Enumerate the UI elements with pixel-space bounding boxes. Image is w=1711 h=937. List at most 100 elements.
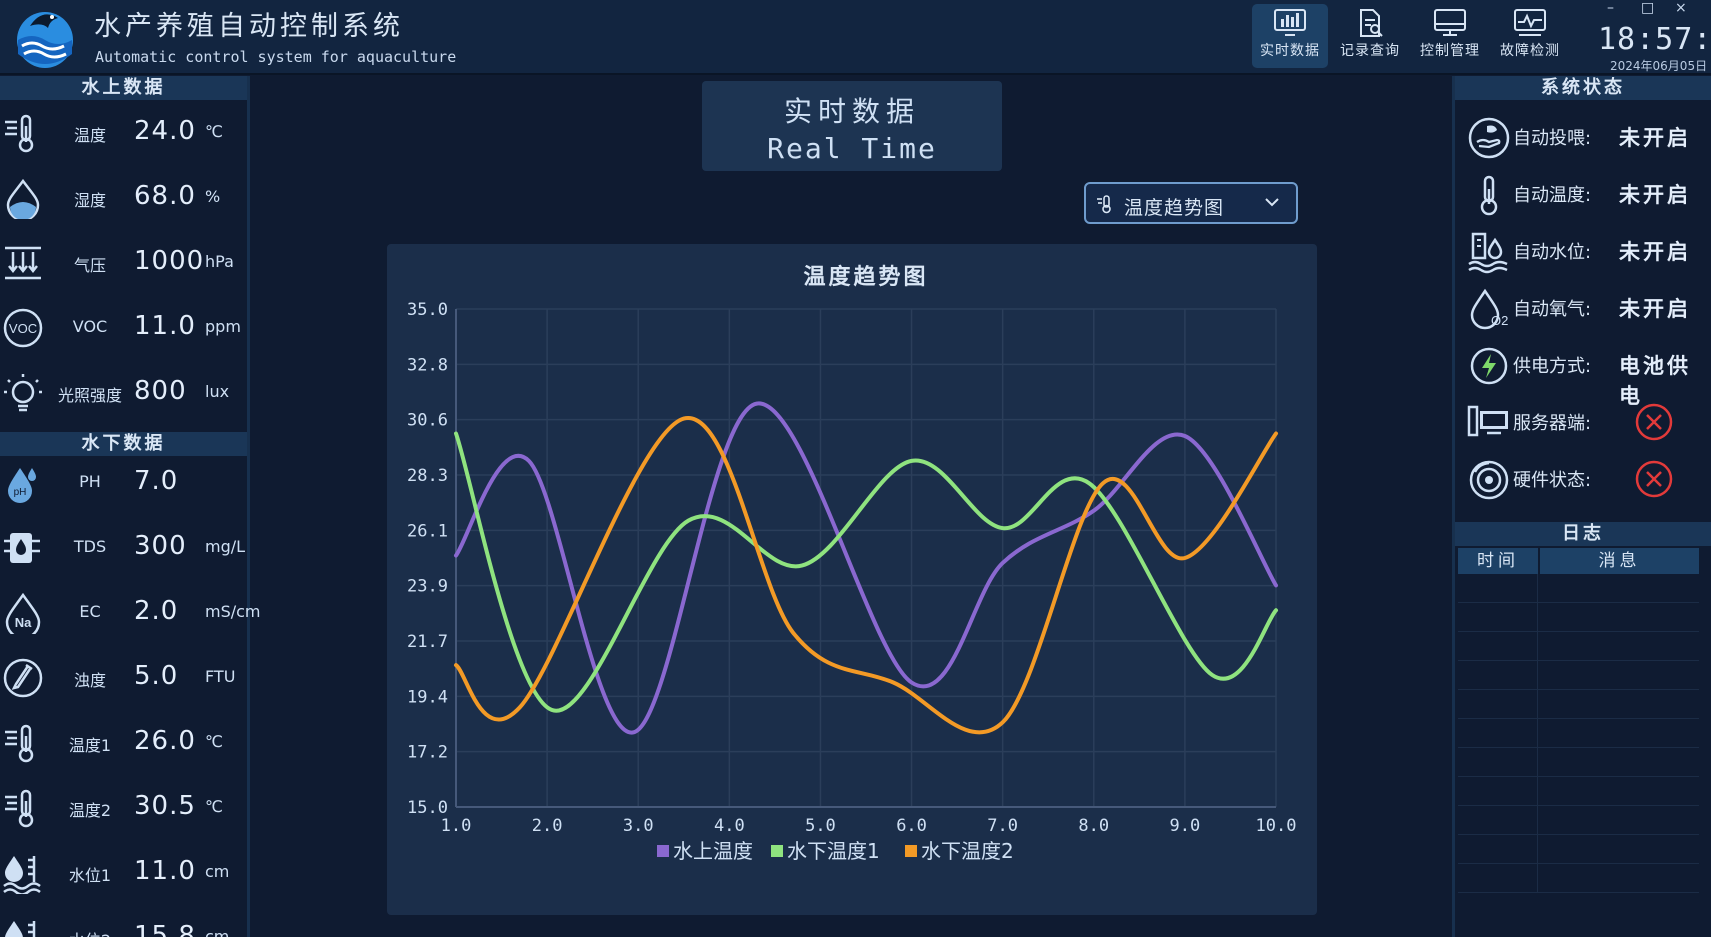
under-water-row: 温度1 26.0 ℃ — [0, 710, 247, 775]
sensor-value: 2.0 — [134, 596, 179, 626]
light-bulb-icon — [4, 374, 42, 412]
water-level-building-icon — [1468, 232, 1508, 274]
sensor-value: 5.0 — [134, 661, 179, 691]
page-title-cn: 实时数据 — [783, 95, 920, 128]
feeding-hand-icon — [1468, 117, 1510, 159]
sensor-name: 温度 — [73, 126, 106, 145]
status-label: 自动水位: — [1513, 242, 1592, 263]
log-header: 日志 — [1455, 522, 1711, 546]
above-water-header: 水上数据 — [0, 76, 247, 100]
ph-drop-icon: pH — [8, 468, 36, 503]
error-x-icon — [1635, 460, 1673, 498]
nav-label: 实时数据 — [1260, 43, 1320, 59]
log-table-header: 时间 消息 — [1458, 548, 1699, 574]
under-water-row: 浊度 5.0 FTU — [0, 645, 247, 710]
status-label: 自动投喂: — [1513, 128, 1592, 149]
maximize-button[interactable]: □ — [1641, 0, 1654, 16]
nav-label: 控制管理 — [1420, 43, 1480, 59]
page-title-en: Real Time — [767, 132, 937, 165]
sensor-value: 7.0 — [134, 466, 179, 496]
chart-select-dropdown[interactable]: 温度趋势图 — [1084, 182, 1298, 224]
above-water-row: VOC VOC 11.0 ppm — [0, 295, 247, 360]
x-tick-label: 8.0 — [1078, 816, 1109, 836]
sensor-name: 气压 — [73, 256, 106, 275]
server-icon — [1467, 405, 1508, 437]
nav-label: 记录查询 — [1340, 43, 1400, 59]
sensor-name: 湿度 — [73, 191, 106, 210]
y-tick-label: 15.0 — [407, 798, 448, 818]
sensor-unit: lux — [205, 382, 230, 401]
sensor-name: PH — [79, 472, 101, 491]
connection-row: 服务器端: — [1455, 393, 1711, 450]
sensor-unit: ℃ — [205, 732, 223, 751]
x-tick-label: 1.0 — [441, 816, 472, 836]
sensor-name: 水位2 — [48, 927, 132, 937]
sensor-value: 30.5 — [134, 791, 196, 821]
water-level-icon — [5, 921, 36, 937]
sensor-unit: hPa — [205, 252, 234, 271]
x-tick-label: 7.0 — [987, 816, 1018, 836]
x-tick-label: 9.0 — [1170, 816, 1201, 836]
sensor-unit: ℃ — [205, 122, 223, 141]
log-row — [1458, 603, 1699, 632]
temperature-trend-chart: 温度趋势图 35.0 32.8 30.6 28.3 26.1 23.9 21.7 19.4 17.… — [387, 244, 1317, 915]
sensor-name: 光照强度 — [57, 386, 122, 405]
nav-label: 故障检测 — [1500, 43, 1560, 59]
nav-record-query[interactable]: 记录查询 — [1332, 4, 1408, 68]
monitor-icon — [1434, 9, 1466, 36]
x-tick-label: 6.0 — [896, 816, 927, 836]
document-search-icon — [1360, 9, 1383, 37]
log-row — [1458, 719, 1699, 748]
diagnostics-icon — [1514, 9, 1546, 36]
status-row: 供电方式: 电池供电 — [1455, 336, 1711, 408]
app-title: 水产养殖自动控制系统 — [94, 11, 404, 42]
nav-fault-detection[interactable]: 故障检测 — [1492, 4, 1568, 68]
thermometer-wind-icon — [5, 114, 34, 153]
status-row: O2 自动氧气: 未开启 — [1455, 279, 1711, 336]
close-button[interactable]: × — [1675, 0, 1687, 16]
log-row — [1458, 748, 1699, 777]
minimize-button[interactable]: – — [1607, 0, 1614, 16]
water-level-icon — [3, 856, 41, 894]
status-label: 自动氧气: — [1513, 299, 1592, 320]
tds-icon — [4, 533, 40, 563]
log-row — [1458, 632, 1699, 661]
y-tick-label: 32.8 — [407, 355, 448, 375]
series-line-1 — [454, 401, 1278, 735]
log-row — [1458, 661, 1699, 690]
under-water-row: 水位215.8 cm — [0, 905, 247, 937]
y-tick-label: 35.0 — [407, 300, 448, 320]
log-col-time: 时间 — [1458, 548, 1538, 574]
error-x-icon — [1635, 403, 1673, 441]
sensor-name: 温度1 — [68, 736, 112, 755]
sensor-name: EC — [79, 602, 101, 621]
status-row: 自动温度: 未开启 — [1455, 165, 1711, 222]
nav-realtime-data[interactable]: 实时数据 — [1252, 4, 1328, 68]
status-row: 自动水位: 未开启 — [1455, 222, 1711, 279]
sensor-unit: mg/L — [205, 537, 246, 556]
legend-swatch — [905, 845, 917, 857]
sensor-name: TDS — [73, 537, 107, 556]
chart-monitor-icon — [1274, 9, 1306, 36]
sensor-value: 11.0 — [134, 311, 196, 341]
system-status-list: 自动投喂: 未开启 自动温度: 未开启 自动水位: 未开启 O2 自动氧气: 未开启 供电方式: 电… — [1455, 108, 1711, 507]
left-panel: 水上数据 温度 24.0 ℃ 湿度 68.0% 气压 1000 hPa VOC VOC 11.0 pp… — [0, 76, 261, 937]
dropdown-selected-value: 温度趋势图 — [1124, 197, 1225, 219]
log-table-body[interactable] — [1458, 574, 1699, 893]
under-water-row: 温度2 30.5 ℃ — [0, 775, 247, 840]
fish-wave-logo-icon — [17, 12, 73, 68]
log-row — [1458, 806, 1699, 835]
sensor-name: VOC — [72, 317, 108, 336]
nav-control-management[interactable]: 控制管理 — [1412, 4, 1488, 68]
status-row: 自动投喂: 未开启 — [1455, 108, 1711, 165]
power-bolt-icon — [1470, 347, 1508, 385]
chart-title: 温度趋势图 — [803, 264, 928, 290]
sensor-value: 24.0 — [134, 116, 196, 146]
y-tick-label: 23.9 — [407, 577, 448, 597]
y-tick-label: 28.3 — [407, 466, 448, 486]
hardware-disc-icon — [1469, 460, 1509, 500]
thermometer-wind-icon — [5, 789, 34, 828]
series-line-3 — [454, 416, 1278, 735]
y-tick-label: 19.4 — [407, 687, 448, 707]
sensor-unit: % — [205, 187, 221, 206]
